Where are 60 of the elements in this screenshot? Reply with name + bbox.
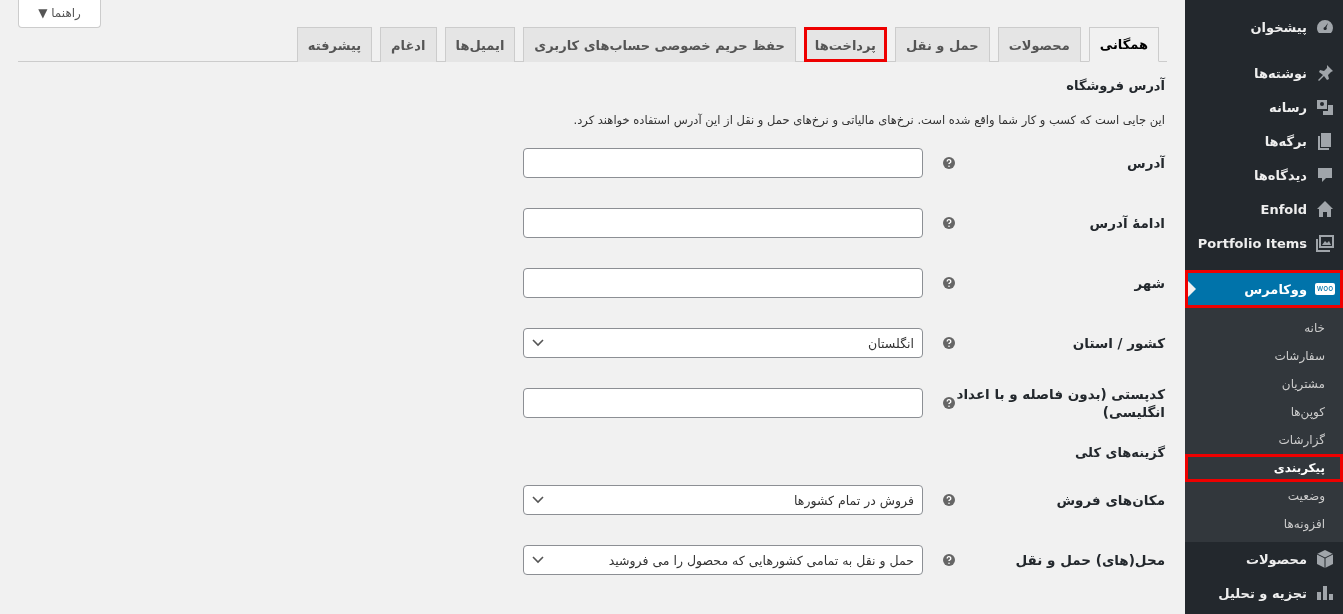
- chevron-icon: [532, 496, 544, 504]
- media-icon: [1315, 97, 1335, 117]
- home-icon: [1315, 199, 1335, 219]
- field-label: کدپستی (بدون فاصله و با اعداد انگلیسی): [955, 384, 1165, 422]
- help-icon[interactable]: [943, 494, 955, 506]
- select-dropdown[interactable]: انگلستان: [523, 328, 923, 358]
- sidebar-item[interactable]: رسانه: [1185, 90, 1343, 124]
- sidebar-item[interactable]: محصولات: [1185, 542, 1343, 576]
- field-label: کشور / استان: [1071, 333, 1165, 353]
- submenu-item[interactable]: گزارشات: [1185, 426, 1343, 454]
- help-icon[interactable]: [943, 157, 955, 169]
- box-icon: [1315, 549, 1335, 569]
- section-heading: آدرس فروشگاه: [1065, 78, 1165, 93]
- section-description: این جایی است که کسب و کار شما واقع شده است. نرخ‌های مالیاتی و نرخ‌های حمل و نقل از این آدرس استفاده خواهند کرد.: [572, 113, 1165, 127]
- field-label: آدرس: [1126, 153, 1165, 173]
- submenu-item[interactable]: پیکربندی: [1185, 454, 1343, 482]
- settings-tab[interactable]: ادغام: [380, 27, 437, 62]
- help-icon[interactable]: [943, 554, 955, 566]
- submenu-item[interactable]: مشتریان: [1185, 370, 1343, 398]
- submenu-item[interactable]: کوپن‌ها: [1185, 398, 1343, 426]
- help-icon[interactable]: [943, 217, 955, 229]
- help-icon[interactable]: [943, 277, 955, 289]
- input-field[interactable]: [523, 268, 923, 298]
- field-label: مکان‌های فروش: [1055, 490, 1165, 510]
- field-label: محل(های) حمل و نقل: [1014, 550, 1165, 570]
- sidebar-item[interactable]: Enfold: [1185, 192, 1343, 226]
- settings-tab[interactable]: همگانی: [1088, 27, 1159, 62]
- sidebar-item[interactable]: دیدگاه‌ها: [1185, 158, 1343, 192]
- sidebar-item[interactable]: Portfolio Items: [1185, 226, 1343, 260]
- submenu-item[interactable]: وضعیت: [1185, 482, 1343, 510]
- sidebar-item[interactable]: نوشته‌ها: [1185, 56, 1343, 90]
- section-heading: گزینه‌های کلی: [1073, 445, 1165, 460]
- images-icon: [1315, 233, 1335, 253]
- submenu-item[interactable]: خانه: [1185, 314, 1343, 342]
- chevron-icon: [532, 339, 544, 347]
- input-field[interactable]: [523, 388, 923, 418]
- input-field[interactable]: [523, 148, 923, 178]
- select-dropdown[interactable]: فروش در تمام کشورها: [523, 485, 923, 515]
- help-icon[interactable]: [943, 337, 955, 349]
- input-field[interactable]: [523, 208, 923, 238]
- settings-tab[interactable]: ایمیل‌ها: [444, 27, 516, 62]
- settings-tab[interactable]: پیشرفته: [296, 27, 373, 62]
- help-icon[interactable]: [943, 397, 955, 409]
- field-label: ادامهٔ آدرس: [1088, 213, 1165, 233]
- help-button[interactable]: راهنما ▼: [18, 0, 101, 28]
- settings-tab[interactable]: حمل و نقل: [895, 27, 990, 62]
- sidebar-item[interactable]: برگه‌ها: [1185, 124, 1343, 158]
- settings-tab[interactable]: پرداخت‌ها: [803, 27, 887, 62]
- submenu-item[interactable]: افزونه‌ها: [1185, 510, 1343, 538]
- settings-tab[interactable]: حفظ حریم خصوصی حساب‌های کاربری: [523, 27, 796, 62]
- sidebar-item[interactable]: تجزیه و تحلیل: [1185, 576, 1343, 610]
- settings-tab[interactable]: محصولات: [997, 27, 1081, 62]
- submenu-item[interactable]: سفارشات: [1185, 342, 1343, 370]
- field-label: شهر: [1133, 273, 1165, 293]
- select-dropdown[interactable]: حمل و نقل به تمامی کشورهایی که محصول را می فروشید: [523, 545, 923, 575]
- woo-logo-icon: woo: [1314, 283, 1336, 295]
- bar-chart-icon: [1315, 583, 1335, 603]
- chevron-icon: [532, 556, 544, 564]
- sidebar-item[interactable]: پیشخوان: [1185, 10, 1343, 44]
- comment-icon: [1315, 165, 1335, 185]
